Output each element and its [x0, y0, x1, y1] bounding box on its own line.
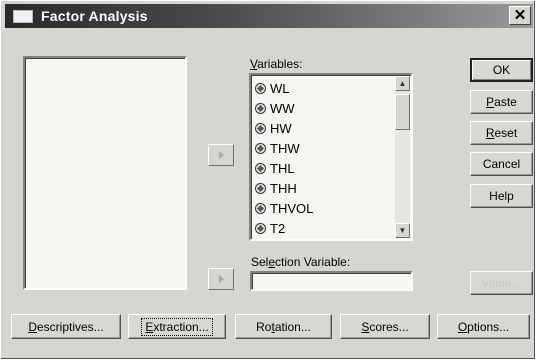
focus-rectangle: Extraction...	[141, 317, 213, 336]
scroll-up-button[interactable]: ▲	[395, 76, 410, 91]
arrow-right-icon	[219, 151, 224, 159]
options-button[interactable]: Options...	[437, 314, 530, 339]
scale-variable-icon	[255, 82, 266, 94]
list-item[interactable]: THH	[255, 178, 297, 198]
scores-button[interactable]: Scores...	[340, 314, 430, 339]
rotation-button[interactable]: Ro t ation...	[235, 314, 332, 339]
list-item[interactable]: THL	[255, 158, 295, 178]
scale-variable-icon	[255, 162, 266, 174]
scale-variable-icon	[255, 222, 266, 234]
selection-variable-field[interactable]	[250, 271, 413, 291]
scale-variable-icon	[255, 122, 266, 134]
variables-label: Variables:	[250, 57, 303, 71]
dialog-title: Factor Analysis	[41, 8, 148, 24]
variables-scrollbar[interactable]: ▲ ▼	[395, 76, 410, 238]
cancel-button[interactable]: Cancel	[470, 152, 533, 176]
chevron-down-icon: ▼	[398, 226, 407, 235]
scale-variable-icon	[255, 182, 266, 194]
value-button-disabled: Value...	[470, 271, 533, 295]
window-icon	[13, 10, 33, 23]
help-button[interactable]: Help	[470, 184, 533, 208]
scroll-down-button[interactable]: ▼	[395, 223, 410, 238]
list-item[interactable]: WL	[255, 78, 290, 98]
move-to-selection-button[interactable]	[208, 268, 234, 290]
move-to-variables-button[interactable]	[208, 144, 234, 166]
source-variable-list[interactable]	[23, 56, 187, 290]
list-item[interactable]: HW	[255, 118, 292, 138]
list-item[interactable]: T2	[255, 218, 285, 238]
factor-analysis-dialog: Factor Analysis ✕ Variables: WL WW HW TH…	[0, 0, 536, 360]
close-button[interactable]: ✕	[509, 6, 531, 25]
title-bar[interactable]: Factor Analysis ✕	[5, 4, 533, 28]
close-icon: ✕	[513, 7, 527, 24]
scale-variable-icon	[255, 202, 266, 214]
variables-list[interactable]: WL WW HW THW THL THH THVOL T2 ▲ ▼	[249, 73, 413, 241]
ok-button[interactable]: OK	[470, 58, 533, 82]
reset-button[interactable]: Reset	[470, 121, 533, 145]
paste-button[interactable]: Paste	[470, 90, 533, 114]
scale-variable-icon	[255, 102, 266, 114]
list-item[interactable]: WW	[255, 98, 295, 118]
list-item[interactable]: THW	[255, 138, 300, 158]
list-item[interactable]: THVOL	[255, 198, 313, 218]
chevron-up-icon: ▲	[398, 79, 407, 88]
selection-variable-label: Selection Variable:	[251, 255, 351, 269]
scale-variable-icon	[255, 142, 266, 154]
extraction-button[interactable]: Extraction...	[128, 314, 226, 339]
scroll-thumb[interactable]	[395, 94, 410, 130]
arrow-right-icon	[219, 275, 224, 283]
descriptives-button[interactable]: Descriptives...	[11, 314, 121, 339]
